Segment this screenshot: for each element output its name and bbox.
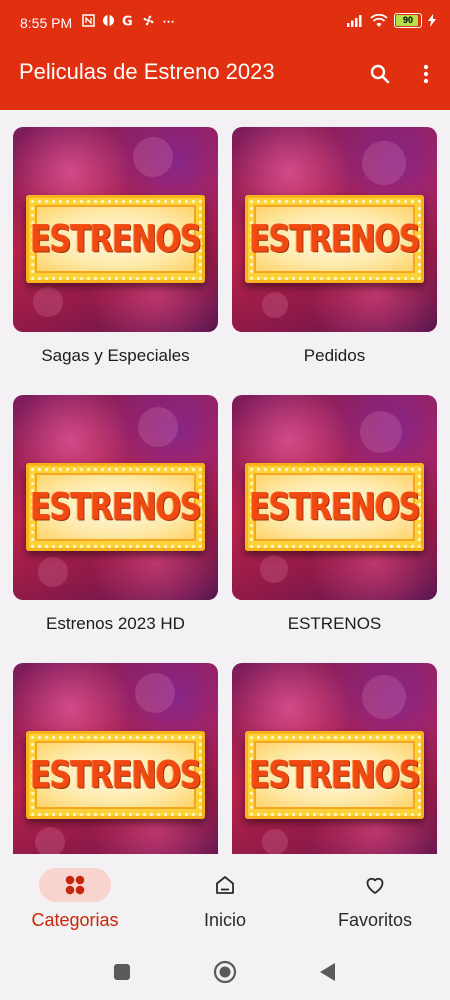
home-icon: [216, 876, 234, 894]
status-bar: 8:55 PM G 90: [0, 0, 450, 40]
marquee-sign: ESTRENOS: [245, 731, 424, 819]
home-circle-icon[interactable]: [213, 960, 237, 984]
marquee-sign: ESTRENOS: [245, 463, 424, 551]
nfc-icon: [82, 14, 95, 27]
category-label: ESTRENOS: [287, 614, 382, 633]
category-label: Pedidos: [303, 346, 366, 365]
category-thumbnail: ESTRENOS: [13, 663, 218, 854]
category-grid: ESTRENOS Sagas y Especiales ESTRENOS Ped…: [0, 110, 450, 854]
page-title: Peliculas de Estreno 2023: [19, 59, 275, 84]
category-card[interactable]: ESTRENOS ESTRENOS: [232, 395, 437, 634]
nav-label: Favoritos: [337, 910, 413, 930]
app-icon: [103, 15, 114, 26]
signal-icon: [347, 15, 362, 27]
battery-icon: 90: [394, 13, 422, 28]
sign-text: ESTRENOS: [30, 485, 201, 529]
more-dots-icon: [163, 20, 174, 23]
category-card[interactable]: ESTRENOS Estrenos 2023 HD: [13, 395, 218, 634]
marquee-sign: ESTRENOS: [26, 195, 205, 283]
category-card[interactable]: ESTRENOS Pedidos: [232, 127, 437, 366]
nav-item-favoritos[interactable]: Favoritos: [300, 854, 450, 948]
svg-text:G: G: [122, 15, 133, 28]
sign-text: ESTRENOS: [249, 485, 420, 529]
category-thumbnail: ESTRENOS: [13, 127, 218, 332]
wifi-icon: [370, 13, 388, 27]
sign-text: ESTRENOS: [249, 753, 420, 797]
categories-icon: [65, 875, 85, 895]
back-icon[interactable]: [316, 960, 340, 984]
sign-text: ESTRENOS: [249, 217, 420, 261]
category-label: Estrenos 2023 HD: [46, 614, 185, 633]
category-thumbnail: ESTRENOS: [13, 395, 218, 600]
nav-item-categorias[interactable]: Categorias: [0, 854, 150, 948]
system-navigation-bar: [0, 948, 450, 1000]
category-thumbnail: ESTRENOS: [232, 127, 437, 332]
marquee-sign: ESTRENOS: [26, 463, 205, 551]
sign-text: ESTRENOS: [30, 217, 201, 261]
category-card[interactable]: ESTRENOS: [232, 663, 437, 854]
google-icon: G: [122, 15, 133, 28]
battery-level: 90: [402, 15, 413, 25]
nav-label: Categorias: [31, 910, 119, 930]
category-label: Sagas y Especiales: [41, 346, 190, 365]
marquee-sign: ESTRENOS: [26, 731, 205, 819]
sign-text: ESTRENOS: [30, 753, 201, 797]
app-bar: Peliculas de Estreno 2023: [0, 40, 450, 110]
fan-icon: [143, 15, 154, 26]
status-time: 8:55 PM: [20, 15, 73, 31]
charging-icon: [428, 14, 436, 27]
category-card[interactable]: ESTRENOS: [13, 663, 218, 854]
recents-icon[interactable]: [110, 960, 134, 984]
category-thumbnail: ESTRENOS: [232, 663, 437, 854]
bottom-navigation: Categorias Inicio Favoritos: [0, 854, 450, 948]
category-thumbnail: ESTRENOS: [232, 395, 437, 600]
heart-icon: [366, 877, 384, 894]
system-status-icons: 90: [346, 13, 436, 28]
search-icon[interactable]: [368, 62, 392, 86]
category-card[interactable]: ESTRENOS Sagas y Especiales: [13, 127, 218, 366]
notification-icons: G: [82, 14, 175, 27]
nav-label: Inicio: [203, 910, 247, 930]
overflow-menu-icon[interactable]: [414, 62, 438, 86]
marquee-sign: ESTRENOS: [245, 195, 424, 283]
nav-item-inicio[interactable]: Inicio: [150, 854, 300, 948]
